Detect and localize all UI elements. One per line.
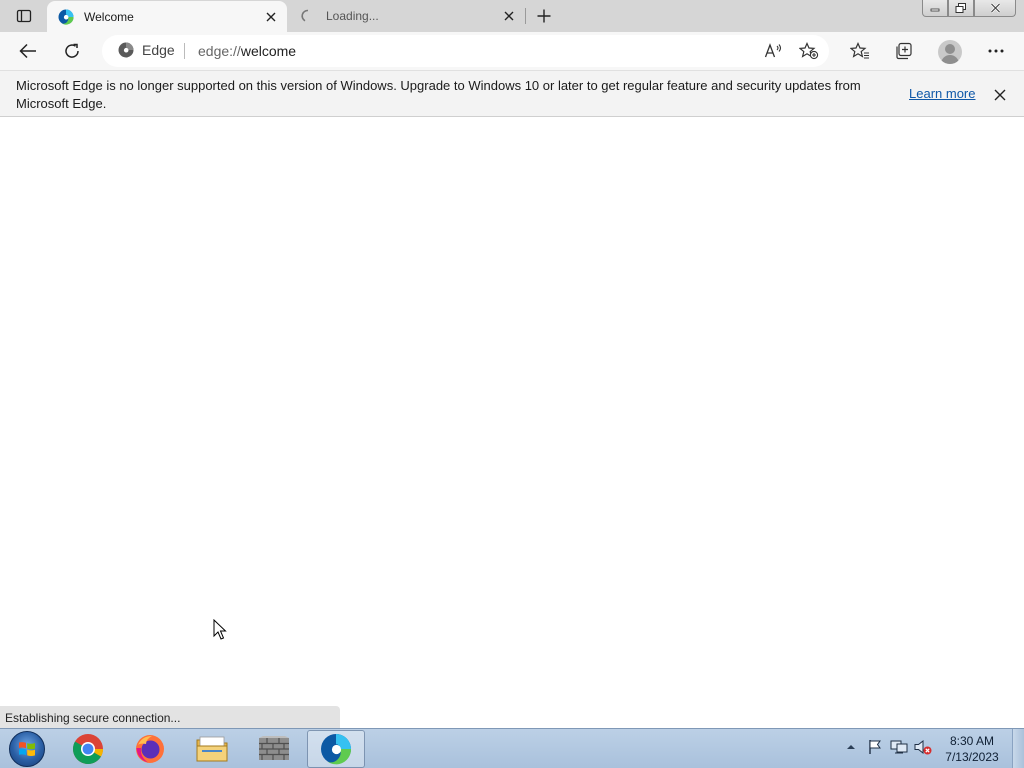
unsupported-os-infobar: Microsoft Edge is no longer supported on… <box>0 70 1024 117</box>
flag-icon <box>869 740 881 754</box>
taskbar-chrome[interactable] <box>59 730 117 768</box>
windows-logo-icon <box>9 731 45 767</box>
tab-actions-icon <box>16 9 32 23</box>
url-text[interactable]: edge://welcome <box>198 43 296 59</box>
chevron-up-icon <box>847 745 855 749</box>
chrome-icon <box>72 734 104 765</box>
favorites-icon <box>850 42 869 59</box>
start-button[interactable] <box>6 730 48 768</box>
settings-more-button[interactable] <box>981 36 1011 66</box>
close-tab-icon[interactable] <box>261 7 281 27</box>
add-favorite-button[interactable] <box>799 41 819 61</box>
clock-time: 8:30 AM <box>949 734 995 748</box>
system-tray <box>842 737 932 757</box>
favorites-button[interactable] <box>845 36 875 66</box>
volume-button[interactable] <box>914 737 932 757</box>
more-horizontal-icon <box>988 49 1004 53</box>
status-bubble: Establishing secure connection... <box>0 706 340 728</box>
file-explorer-icon <box>196 736 228 762</box>
taskbar: 8:30 AM 7/13/2023 <box>0 728 1024 768</box>
taskbar-file-explorer[interactable] <box>183 730 241 768</box>
network-button[interactable] <box>890 737 908 757</box>
clock-date: 7/13/2023 <box>945 750 999 764</box>
collections-button[interactable] <box>889 36 919 66</box>
plus-icon <box>537 9 551 23</box>
minimize-icon <box>930 8 940 12</box>
close-tab-icon[interactable] <box>499 6 519 26</box>
network-icon <box>890 740 908 754</box>
address-divider <box>184 43 185 59</box>
close-window-button[interactable] <box>974 0 1016 17</box>
learn-more-link[interactable]: Learn more <box>909 86 975 101</box>
edge-favicon-icon <box>58 9 74 25</box>
address-bar[interactable]: Edge edge://welcome <box>102 35 829 67</box>
url-scheme: edge:// <box>198 43 241 59</box>
volume-muted-icon <box>914 739 932 755</box>
infobar-close-button[interactable] <box>990 85 1010 105</box>
page-content-area <box>0 118 1024 728</box>
minimize-button[interactable] <box>922 0 948 17</box>
star-add-icon <box>799 42 819 60</box>
browser-toolbar: Edge edge://welcome <box>0 32 1024 70</box>
site-label: Edge <box>142 42 175 58</box>
taskbar-edge[interactable] <box>307 730 365 768</box>
show-hidden-icons-button[interactable] <box>842 737 860 757</box>
refresh-icon <box>65 43 79 58</box>
window-controls <box>922 0 1016 17</box>
read-aloud-button[interactable] <box>763 41 783 61</box>
taskbar-firefox[interactable] <box>121 730 179 768</box>
show-desktop-button[interactable] <box>1012 729 1024 768</box>
back-button[interactable] <box>13 36 43 66</box>
site-info-button[interactable]: Edge <box>118 42 175 58</box>
loading-spinner-icon <box>300 8 316 24</box>
edge-logo-icon <box>118 42 134 58</box>
tab-separator <box>525 8 526 24</box>
collections-icon <box>896 42 912 60</box>
tab-welcome[interactable]: Welcome <box>47 1 287 32</box>
taskbar-clock[interactable]: 8:30 AM 7/13/2023 <box>940 733 1004 765</box>
taskbar-firewall[interactable] <box>245 730 303 768</box>
url-path: welcome <box>240 43 297 59</box>
tab-title: Welcome <box>84 9 134 24</box>
back-arrow-icon <box>19 43 36 59</box>
close-icon <box>990 3 1000 13</box>
new-tab-button[interactable] <box>532 4 556 28</box>
edge-icon <box>321 734 352 765</box>
restore-button[interactable] <box>948 0 974 17</box>
infobar-message: Microsoft Edge is no longer supported on… <box>16 78 861 111</box>
tab-strip: Welcome Loading... <box>0 0 1024 32</box>
tab-actions-button[interactable] <box>8 4 40 28</box>
profile-avatar[interactable] <box>938 40 962 64</box>
restore-icon <box>955 2 966 13</box>
tab-title: Loading... <box>326 9 379 23</box>
read-aloud-icon <box>764 43 782 58</box>
refresh-button[interactable] <box>57 36 87 66</box>
firewall-icon <box>259 736 289 760</box>
avatar-body <box>941 55 959 64</box>
screen: Welcome Loading... Edge edge://welcome M… <box>0 0 1024 768</box>
action-center-flag-button[interactable] <box>866 737 884 757</box>
close-icon <box>994 89 1006 101</box>
tab-loading[interactable]: Loading... <box>289 0 525 32</box>
avatar-head <box>945 44 955 54</box>
mouse-cursor-icon <box>213 618 227 646</box>
firefox-icon <box>136 735 164 763</box>
